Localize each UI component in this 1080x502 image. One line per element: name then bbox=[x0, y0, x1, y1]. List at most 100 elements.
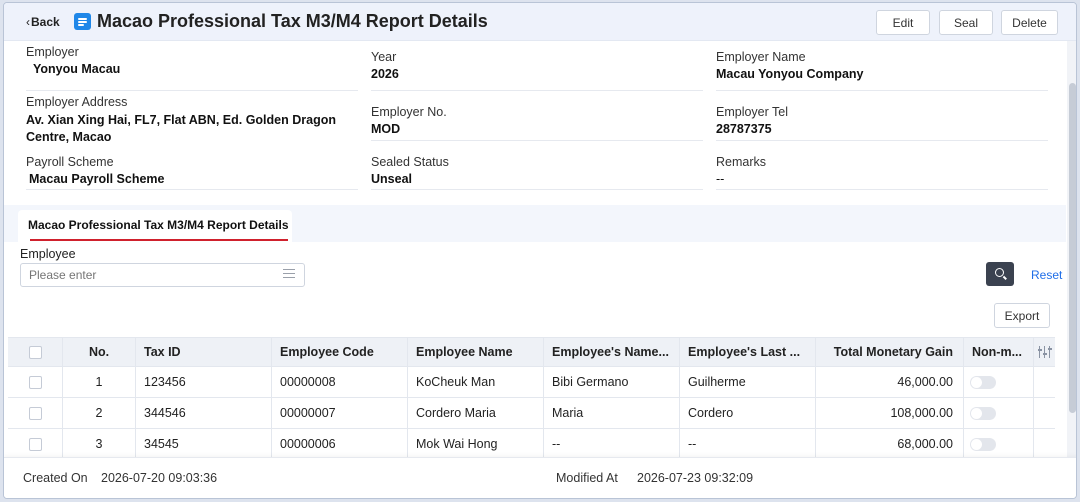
tab-label: Macao Professional Tax M3/M4 Report Deta… bbox=[28, 218, 289, 232]
payroll-scheme-label: Payroll Scheme bbox=[26, 155, 114, 169]
header-employee-name[interactable]: Employee Name bbox=[408, 338, 544, 366]
row-checkbox[interactable] bbox=[28, 406, 42, 420]
modified-at-label: Modified At bbox=[556, 471, 618, 485]
employer-no-field: Employer No. MOD bbox=[371, 105, 703, 141]
back-label: Back bbox=[31, 15, 60, 29]
employee-search-input[interactable] bbox=[20, 263, 305, 287]
table-header-row: No. Tax ID Employee Code Employee Name E… bbox=[8, 337, 1055, 367]
details-tab-band: Macao Professional Tax M3/M4 Report Deta… bbox=[4, 205, 1066, 295]
cell-non-monetary bbox=[964, 367, 1034, 397]
chevron-left-icon: ‹ bbox=[26, 15, 30, 29]
created-on-value: 2026-07-20 09:03:36 bbox=[101, 471, 218, 485]
employer-tel-field: Employer Tel 28787375 bbox=[716, 105, 1048, 141]
payroll-scheme-value: Macau Payroll Scheme bbox=[29, 172, 165, 186]
cell-non-monetary bbox=[964, 429, 1034, 459]
year-label: Year bbox=[371, 50, 397, 64]
cell-employee-last-name: Cordero bbox=[680, 398, 816, 428]
employer-name-field: Employer Name Macau Yonyou Company bbox=[716, 50, 1048, 91]
cell-employee-first-name: Maria bbox=[544, 398, 680, 428]
non-monetary-toggle[interactable] bbox=[970, 375, 996, 389]
page-header: ‹Back Macao Professional Tax M3/M4 Repor… bbox=[4, 3, 1076, 41]
sealed-status-field: Sealed Status Unseal bbox=[371, 155, 703, 190]
cell-employee-last-name: -- bbox=[680, 429, 816, 459]
list-icon[interactable] bbox=[283, 269, 295, 279]
employer-value: Yonyou Macau bbox=[33, 62, 121, 76]
cell-employee-name: KoCheuk Man bbox=[408, 367, 544, 397]
header-employee-code[interactable]: Employee Code bbox=[272, 338, 408, 366]
cell-tax-id: 123456 bbox=[136, 367, 272, 397]
seal-button[interactable]: Seal bbox=[939, 10, 993, 35]
cell-no: 1 bbox=[63, 367, 136, 397]
vertical-scrollbar-thumb[interactable] bbox=[1069, 83, 1076, 413]
cell-tax-id: 344546 bbox=[136, 398, 272, 428]
sealed-status-value: Unseal bbox=[371, 172, 412, 186]
cell-employee-first-name: -- bbox=[544, 429, 680, 459]
header-employee-first-name[interactable]: Employee's Name... bbox=[544, 338, 680, 366]
cell-total-monetary-gain: 68,000.00 bbox=[816, 429, 964, 459]
column-settings-icon[interactable] bbox=[1037, 346, 1052, 358]
year-value: 2026 bbox=[371, 67, 399, 81]
non-monetary-toggle[interactable] bbox=[970, 406, 996, 420]
employee-filter-label: Employee bbox=[20, 247, 76, 261]
edit-button[interactable]: Edit bbox=[876, 10, 930, 35]
employer-tel-label: Employer Tel bbox=[716, 105, 789, 119]
employer-info-section: Employer Yonyou Macau Year 2026 Employer… bbox=[26, 45, 1056, 195]
employer-address-value: Av. Xian Xing Hai, FL7, Flat ABN, Ed. Go… bbox=[26, 113, 336, 144]
employer-name-label: Employer Name bbox=[716, 50, 806, 64]
header-non-monetary[interactable]: Non-m... bbox=[964, 338, 1034, 366]
search-button[interactable] bbox=[986, 262, 1014, 286]
employer-tel-value: 28787375 bbox=[716, 122, 772, 136]
tab-active-underline bbox=[30, 239, 288, 241]
column-settings-cell bbox=[1034, 338, 1055, 366]
cell-employee-code: 00000008 bbox=[272, 367, 408, 397]
employer-address-label: Employer Address bbox=[26, 95, 128, 109]
header-total-monetary-gain[interactable]: Total Monetary Gain bbox=[816, 338, 964, 366]
header-employee-last-name[interactable]: Employee's Last ... bbox=[680, 338, 816, 366]
header-tax-id[interactable]: Tax ID bbox=[136, 338, 272, 366]
cell-tax-id: 34545 bbox=[136, 429, 272, 459]
cell-employee-first-name: Bibi Germano bbox=[544, 367, 680, 397]
tab-report-details[interactable]: Macao Professional Tax M3/M4 Report Deta… bbox=[18, 210, 292, 242]
cell-employee-code: 00000007 bbox=[272, 398, 408, 428]
export-button[interactable]: Export bbox=[994, 303, 1050, 328]
row-select-cell bbox=[8, 367, 63, 397]
report-icon bbox=[74, 13, 91, 30]
row-select-cell bbox=[8, 429, 63, 459]
employer-address-field: Employer Address Av. Xian Xing Hai, FL7,… bbox=[26, 95, 358, 153]
payroll-scheme-field: Payroll Scheme Macau Payroll Scheme bbox=[26, 155, 358, 190]
cell-total-monetary-gain: 46,000.00 bbox=[816, 367, 964, 397]
employer-name-value: Macau Yonyou Company bbox=[716, 67, 864, 81]
record-footer: Created On 2026-07-20 09:03:36 Modified … bbox=[4, 457, 1076, 498]
page-title: Macao Professional Tax M3/M4 Report Deta… bbox=[97, 11, 488, 31]
header-no[interactable]: No. bbox=[63, 338, 136, 366]
remarks-label: Remarks bbox=[716, 155, 767, 169]
remarks-value: -- bbox=[716, 172, 725, 186]
reset-button[interactable]: Reset bbox=[1031, 268, 1062, 282]
year-field: Year 2026 bbox=[371, 50, 703, 91]
cell-no: 2 bbox=[63, 398, 136, 428]
table-row[interactable]: 3 34545 00000006 Mok Wai Hong -- -- 68,0… bbox=[8, 429, 1055, 460]
cell-employee-name: Mok Wai Hong bbox=[408, 429, 544, 459]
cell-employee-last-name: Guilherme bbox=[680, 367, 816, 397]
row-select-cell bbox=[8, 398, 63, 428]
row-checkbox[interactable] bbox=[28, 375, 42, 389]
cell-total-monetary-gain: 108,000.00 bbox=[816, 398, 964, 428]
filter-bar: Employee Reset bbox=[4, 242, 1066, 295]
non-monetary-toggle[interactable] bbox=[970, 437, 996, 451]
employer-label: Employer bbox=[26, 45, 79, 59]
remarks-field: Remarks -- bbox=[716, 155, 1048, 190]
employer-field: Employer Yonyou Macau bbox=[26, 45, 358, 91]
select-all-cell bbox=[8, 338, 63, 366]
select-all-checkbox[interactable] bbox=[28, 345, 42, 359]
back-button[interactable]: ‹Back bbox=[26, 15, 60, 29]
employer-no-label: Employer No. bbox=[371, 105, 447, 119]
cell-employee-name: Cordero Maria bbox=[408, 398, 544, 428]
table-row[interactable]: 1 123456 00000008 KoCheuk Man Bibi Germa… bbox=[8, 367, 1055, 398]
table-row[interactable]: 2 344546 00000007 Cordero Maria Maria Co… bbox=[8, 398, 1055, 429]
cell-employee-code: 00000006 bbox=[272, 429, 408, 459]
cell-non-monetary bbox=[964, 398, 1034, 428]
delete-button[interactable]: Delete bbox=[1001, 10, 1058, 35]
row-checkbox[interactable] bbox=[28, 437, 42, 451]
modified-at-value: 2026-07-23 09:32:09 bbox=[637, 471, 754, 485]
employer-no-value: MOD bbox=[371, 122, 401, 136]
